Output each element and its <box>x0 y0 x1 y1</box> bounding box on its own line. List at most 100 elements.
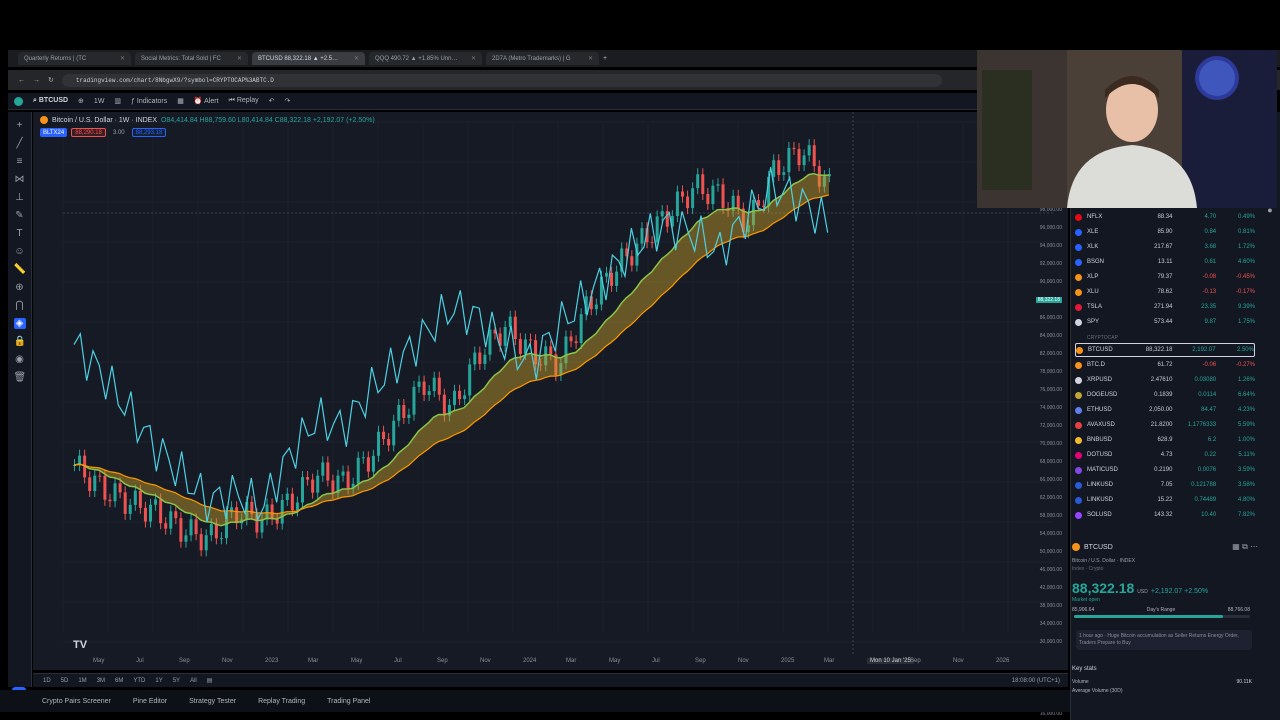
close-icon[interactable]: ✕ <box>120 55 125 62</box>
time-axis[interactable]: May Jul Sep Nov 2023 Mar May Jul Sep Nov 2024 Mar Ma… <box>33 655 1068 669</box>
fib-icon[interactable]: ≡ <box>14 156 26 167</box>
symbol-logo-icon <box>1075 391 1082 399</box>
range-1d[interactable]: 1D <box>43 678 51 684</box>
forecast-icon[interactable]: ⊥ <box>14 192 26 203</box>
tab-crypto-screener[interactable]: Crypto Pairs Screener <box>42 698 111 705</box>
calendar-icon[interactable]: ▤ <box>207 677 213 684</box>
redo-icon[interactable]: ↷ <box>284 97 290 105</box>
volume-value: 90.11K <box>1236 679 1252 685</box>
price-chart-svg: TV <box>62 112 1053 655</box>
crosshair-icon[interactable]: + <box>14 120 26 131</box>
candle-body <box>630 256 634 266</box>
candle-body <box>331 480 335 494</box>
range-all[interactable]: All <box>190 678 197 684</box>
watchlist-row[interactable]: SOLUSD 143.32 10.40 7.82% <box>1075 508 1255 522</box>
symbol-search-button[interactable]: ⌕ BTCUSD <box>33 97 68 105</box>
trash-icon[interactable]: 🗑 <box>14 372 27 383</box>
ruler-icon[interactable]: 📏 <box>14 264 26 275</box>
brush-icon[interactable]: ✎ <box>14 210 26 221</box>
watchlist-row[interactable]: XLU 78.62 -0.13 -0.17% <box>1075 285 1255 299</box>
candles-icon[interactable]: ▥ <box>114 97 121 105</box>
watchlist-row[interactable]: LINKUSD 7.05 0.121788 3.58% <box>1075 478 1255 492</box>
watchlist-row[interactable]: XRPUSD 2.47610 0.03080 1.26% <box>1075 373 1255 387</box>
range-6m[interactable]: 6M <box>115 678 123 684</box>
grid-icon[interactable]: ▦ ⧉ ⋯ <box>1232 542 1258 552</box>
close-icon[interactable]: ✕ <box>588 55 593 62</box>
watchlist-row[interactable]: ETHUSD 2,050.00 84.47 4.23% <box>1075 403 1255 417</box>
watchlist-row[interactable]: XLK 217.67 3.68 1.72% <box>1075 240 1255 254</box>
chart-canvas[interactable]: TV <box>33 112 1068 670</box>
text-icon[interactable]: T <box>14 228 26 239</box>
browser-tab[interactable]: 2D7A (Metro Trademarks) | G ✕ <box>486 52 599 65</box>
pattern-icon[interactable]: ⋈ <box>14 174 26 185</box>
watchlist-row[interactable]: BSGN 13.11 0.61 4.60% <box>1075 255 1255 269</box>
eye-icon[interactable]: ◉ <box>14 354 26 365</box>
candle-body <box>458 390 462 400</box>
watchlist-row[interactable]: AVAXUSD 21.8200 1.1776333 5.59% <box>1075 418 1255 432</box>
watchlist-change-pct: 2.50% <box>1236 347 1254 353</box>
watchlist-row[interactable]: BTCUSD 88,322.18 2,192.07 2.50% <box>1075 343 1255 357</box>
watchlist-row[interactable]: DOGEUSD 0.1839 0.0114 6.64% <box>1075 388 1255 402</box>
watchlist-row[interactable]: DOTUSD 4.73 0.22 5.11% <box>1075 448 1255 462</box>
tab-label: Social Metrics: Total Sold | FC <box>141 55 221 62</box>
news-item[interactable]: 1 hour ago · Huge Bitcoin accumulation a… <box>1076 630 1252 650</box>
watchlist-row[interactable]: XLP 79.37 -0.08 -0.45% <box>1075 270 1255 284</box>
range-ytd[interactable]: YTD <box>133 678 145 684</box>
magnet-icon[interactable]: ⋂ <box>14 300 26 311</box>
emoji-icon[interactable]: ☺ <box>14 246 26 257</box>
new-tab-button[interactable]: + <box>603 55 607 62</box>
tab-trading-panel[interactable]: Trading Panel <box>327 698 370 705</box>
time-tick-label: Jul <box>136 658 144 664</box>
candle-body <box>696 174 700 189</box>
lock-drawing-icon[interactable]: ◈ <box>13 318 26 329</box>
exchange-pill[interactable]: BLTX24 <box>40 128 68 137</box>
browser-tab[interactable]: QQQ 490.72 ▲ +1.85% Unn… ✕ <box>369 52 482 65</box>
interval-button[interactable]: 1W <box>94 98 105 105</box>
range-5y[interactable]: 5Y <box>173 678 180 684</box>
layouts-icon[interactable]: ▦ <box>177 97 184 105</box>
alert-button[interactable]: ⏰ Alert <box>194 97 219 105</box>
watchlist-row[interactable]: MATICUSD 0.2190 0.0076 3.59% <box>1075 463 1255 477</box>
forward-icon[interactable]: → <box>33 77 40 84</box>
range-5d[interactable]: 5D <box>61 678 69 684</box>
watchlist-last: 628.9 <box>1157 437 1173 443</box>
timezone-label[interactable]: 18:08:00 (UTC+1) <box>1012 678 1060 684</box>
watchlist-row[interactable]: LINKUSD 15.22 0.74489 4.80% <box>1075 493 1255 507</box>
range-3m[interactable]: 3M <box>97 678 105 684</box>
watchlist-row[interactable]: TSLA 271.94 23.35 9.39% <box>1075 300 1255 314</box>
url-input[interactable]: tradingview.com/chart/8NbgwX9/?symbol=CR… <box>61 73 942 87</box>
replay-button[interactable]: ⏮ Replay <box>229 97 259 105</box>
back-icon[interactable]: ← <box>18 77 25 84</box>
undo-icon[interactable]: ↶ <box>269 97 275 105</box>
browser-tab[interactable]: Social Metrics: Total Sold | FC ✕ <box>135 52 248 65</box>
tab-strategy-tester[interactable]: Strategy Tester <box>189 698 236 705</box>
tab-pine-editor[interactable]: Pine Editor <box>133 698 167 705</box>
watchlist-row[interactable]: NFLX 88.34 4.70 0.49% <box>1075 210 1255 224</box>
range-1m[interactable]: 1M <box>78 678 86 684</box>
compare-icon[interactable]: ⊕ <box>78 97 84 105</box>
watchlist-row[interactable]: XLE 85.90 0.84 0.81% <box>1075 225 1255 239</box>
watchlist-row[interactable]: BTC.D 61.72 -0.06 -0.27% <box>1075 358 1255 372</box>
tab-replay-trading[interactable]: Replay Trading <box>258 698 305 705</box>
candle-body <box>285 493 289 500</box>
watchlist-row[interactable]: SPY 573.44 9.87 1.75% <box>1075 315 1255 329</box>
buy-button[interactable]: 88,293.18 <box>131 128 167 137</box>
trend-line-icon[interactable]: ╱ <box>14 138 26 149</box>
reload-icon[interactable]: ↻ <box>48 76 54 84</box>
watchlist-row[interactable]: BNBUSD 628.9 6.2 1.00% <box>1075 433 1255 447</box>
browser-tab-active[interactable]: BTCUSD 88,322.18 ▲ +2.5… ✕ <box>252 52 365 65</box>
tradingview-logo-icon[interactable] <box>14 96 23 106</box>
indicators-button[interactable]: ƒ Indicators <box>131 98 167 105</box>
candle-body <box>463 395 467 400</box>
range-1y[interactable]: 1Y <box>155 678 162 684</box>
candle-body <box>98 475 102 477</box>
close-icon[interactable]: ✕ <box>354 55 359 62</box>
price-tick-label: 88,322.18 <box>1035 297 1062 303</box>
close-icon[interactable]: ✕ <box>471 55 476 62</box>
candle-body <box>716 184 720 186</box>
lock-icon[interactable]: 🔒 <box>14 336 26 347</box>
sell-button[interactable]: 88,290.18 <box>71 128 106 137</box>
browser-tab[interactable]: Quarterly Returns | (TC ✕ <box>18 52 131 65</box>
zoom-icon[interactable]: ⊕ <box>14 282 26 293</box>
close-icon[interactable]: ✕ <box>237 55 242 62</box>
